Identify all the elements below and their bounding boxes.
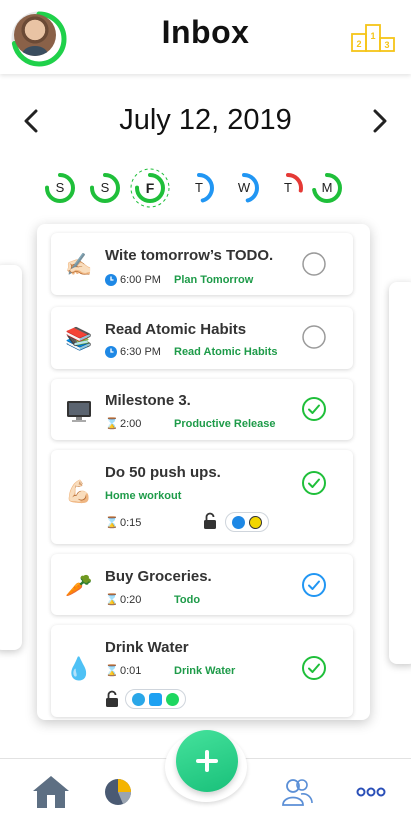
task-time: 0:15 — [120, 517, 142, 529]
task-time: 0:01 — [120, 665, 142, 677]
clock-icon — [105, 274, 117, 286]
checkmark-done-icon[interactable] — [301, 396, 327, 422]
clock-icon — [105, 346, 117, 358]
next-day-card[interactable] — [389, 282, 411, 664]
day-friday-today[interactable]: F — [130, 168, 170, 208]
checkmark-done-icon[interactable] — [301, 470, 327, 496]
checkmark-blue-icon[interactable] — [301, 572, 327, 598]
task-card[interactable]: Milestone 3. ⌛ 2:00 Productive Release — [51, 379, 353, 440]
day-letter: S — [55, 180, 65, 195]
more-icon[interactable] — [356, 787, 386, 797]
task-tag: Todo — [174, 594, 201, 606]
hourglass-icon: ⌛ — [105, 517, 119, 529]
task-list-panel: ✍🏻 Wite tomorrow’s TODO. 6:00 PM Plan To… — [37, 224, 370, 720]
task-title: Wite tomorrow’s TODO. — [105, 247, 274, 264]
day-letter: T — [284, 180, 292, 195]
hourglass-icon: ⌛ — [105, 594, 119, 606]
task-time: 6:30 PM — [120, 346, 161, 358]
droplet-icon: 💧 — [65, 656, 93, 681]
day-letter: W — [237, 180, 251, 195]
task-tag: Drink Water — [174, 665, 236, 677]
day-letter: M — [321, 180, 333, 195]
friends-icon[interactable] — [281, 777, 313, 807]
app-screen: Inbox 2 1 3 July 12, 2019 S S F T W T M … — [0, 0, 411, 823]
task-title: Do 50 push ups. — [105, 464, 221, 481]
day-saturday[interactable]: S — [44, 172, 76, 204]
linked-apps[interactable] — [125, 689, 186, 709]
task-title: Read Atomic Habits — [105, 321, 247, 338]
task-title: Drink Water — [105, 639, 189, 656]
task-tag: Plan Tomorrow — [174, 274, 254, 286]
add-task-button[interactable] — [176, 730, 238, 792]
computer-icon — [67, 401, 91, 422]
page-title: Inbox — [161, 14, 250, 50]
task-title: Buy Groceries. — [105, 568, 212, 585]
books-icon: 📚 — [65, 326, 93, 351]
unlock-icon[interactable] — [203, 512, 217, 530]
task-card[interactable]: 💧 Drink Water ⌛ 0:01 Drink Water — [51, 625, 353, 717]
header-bar: Inbox 2 1 3 — [0, 0, 411, 74]
date-navigator: July 12, 2019 — [0, 100, 411, 144]
spotify-icon — [166, 692, 179, 706]
twitter-icon — [149, 692, 162, 706]
task-tag: Productive Release — [174, 418, 276, 430]
day-wednesday[interactable]: W — [228, 172, 260, 204]
messenger-icon — [232, 515, 245, 529]
task-tag: Read Atomic Habits — [174, 346, 278, 358]
task-tag: Home workout — [105, 490, 182, 502]
podium-number: 3 — [384, 40, 389, 50]
day-tuesday[interactable]: T — [272, 172, 304, 204]
podium-number: 2 — [356, 39, 361, 49]
writing-hand-icon: ✍🏻 — [65, 252, 93, 277]
task-title: Milestone 3. — [105, 392, 191, 409]
snapchat-icon — [249, 515, 262, 529]
task-card[interactable]: 📚 Read Atomic Habits 6:30 PM Read Atomic… — [51, 307, 353, 369]
home-icon[interactable] — [32, 773, 70, 809]
unlock-icon[interactable] — [105, 690, 119, 708]
day-letter: F — [145, 180, 155, 196]
carrot-icon: 🥕 — [65, 573, 93, 598]
previous-day-card[interactable] — [0, 265, 22, 650]
week-strip: S S F T W T M — [44, 168, 374, 208]
task-time: 6:00 PM — [120, 274, 161, 286]
podium-number: 1 — [370, 31, 375, 41]
pie-chart-icon[interactable] — [103, 775, 135, 807]
hourglass-icon: ⌛ — [105, 418, 119, 430]
hourglass-icon: ⌛ — [105, 665, 119, 677]
task-time: 0:20 — [120, 594, 142, 606]
chevron-right-icon[interactable] — [367, 106, 393, 136]
day-sunday[interactable]: S — [89, 172, 121, 204]
task-card[interactable]: 💪🏻 Do 50 push ups. Home workout ⌛ 0:15 — [51, 450, 353, 544]
day-thursday[interactable]: T — [183, 172, 215, 204]
checkbox-empty-icon[interactable] — [301, 324, 327, 350]
podium-icon[interactable]: 2 1 3 — [351, 22, 395, 52]
task-card[interactable]: 🥕 Buy Groceries. ⌛ 0:20 Todo — [51, 554, 353, 615]
current-date: July 12, 2019 — [119, 104, 292, 136]
flexed-bicep-icon: 💪🏻 — [65, 479, 93, 504]
checkbox-empty-icon[interactable] — [301, 251, 327, 277]
skype-icon — [132, 692, 145, 706]
day-letter: S — [100, 180, 110, 195]
task-card[interactable]: ✍🏻 Wite tomorrow’s TODO. 6:00 PM Plan To… — [51, 233, 353, 295]
day-letter: T — [195, 180, 203, 195]
day-monday[interactable]: M — [311, 172, 343, 204]
checkmark-done-icon[interactable] — [301, 655, 327, 681]
task-time: 2:00 — [120, 418, 142, 430]
linked-apps[interactable] — [225, 512, 269, 532]
